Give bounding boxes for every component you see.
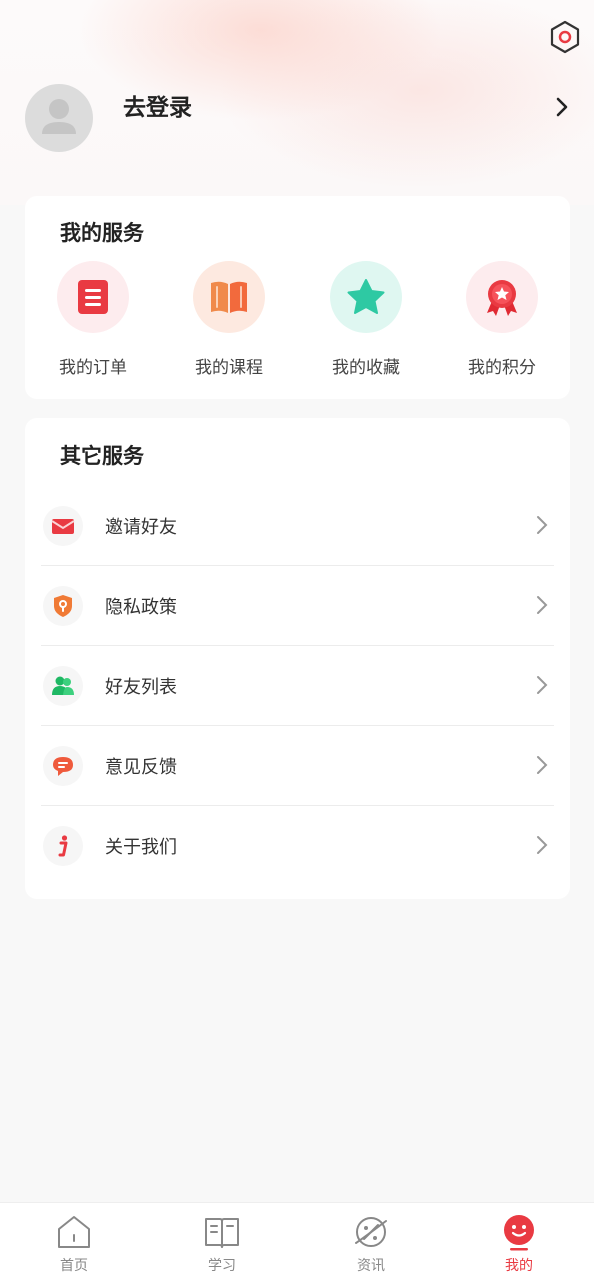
section-title: 我的服务	[60, 221, 144, 245]
chevron-right-icon	[537, 676, 548, 694]
tab-study[interactable]: 学习	[182, 1213, 262, 1275]
list-item-label: 隐私政策	[105, 596, 177, 618]
study-icon	[205, 1218, 239, 1248]
chevron-right-icon	[537, 756, 548, 774]
book-icon	[211, 281, 247, 313]
tab-label: 资讯	[357, 1258, 385, 1274]
list-item-label: 意见反馈	[105, 756, 177, 778]
service-my-favorites[interactable]: 我的收藏	[311, 261, 421, 378]
shield-icon	[54, 594, 72, 617]
tab-label: 学习	[208, 1258, 236, 1274]
medal-icon	[487, 280, 517, 316]
order-list-icon	[78, 280, 108, 314]
settings-button[interactable]	[547, 18, 583, 56]
info-icon	[58, 835, 68, 857]
tab-home[interactable]: 首页	[34, 1213, 114, 1275]
profile-header: 去登录	[0, 0, 594, 205]
list-item-label: 邀请好友	[105, 516, 177, 538]
friends-icon	[52, 676, 74, 695]
list-item-privacy-policy[interactable]: 隐私政策	[41, 566, 554, 646]
tab-profile[interactable]: 我的	[479, 1213, 559, 1275]
chevron-right-icon[interactable]	[552, 96, 572, 118]
chevron-right-icon	[537, 516, 548, 534]
service-my-courses[interactable]: 我的课程	[174, 261, 284, 378]
bottom-tab-bar: 首页 学习 资讯 我的	[0, 1202, 594, 1280]
profile-icon	[504, 1215, 534, 1251]
service-my-orders[interactable]: 我的订单	[38, 261, 148, 378]
login-link[interactable]: 去登录	[123, 92, 192, 124]
list-item-label: 关于我们	[105, 837, 177, 858]
avatar[interactable]	[25, 84, 93, 152]
list-item-invite-friends[interactable]: 邀请好友	[41, 486, 554, 566]
service-label: 我的收藏	[332, 358, 400, 378]
tab-news[interactable]: 资讯	[331, 1213, 411, 1275]
list-item-label: 好友列表	[105, 676, 177, 698]
tab-label: 我的	[505, 1258, 533, 1274]
list-item-about-us[interactable]: 关于我们	[41, 806, 554, 886]
list-item-friends-list[interactable]: 好友列表	[41, 646, 554, 726]
chevron-right-icon	[537, 836, 548, 854]
service-label: 我的课程	[195, 358, 263, 378]
list-item-feedback[interactable]: 意见反馈	[41, 726, 554, 806]
envelope-icon	[51, 518, 75, 534]
my-services-card: 我的服务 我的订单 我的课程 我的收藏 我的积分	[25, 196, 570, 399]
feedback-icon	[53, 756, 73, 776]
service-my-points[interactable]: 我的积分	[447, 261, 557, 378]
chevron-right-icon	[537, 596, 548, 614]
settings-icon	[550, 20, 580, 54]
news-icon	[355, 1217, 387, 1247]
tab-label: 首页	[60, 1258, 88, 1274]
service-label: 我的积分	[468, 358, 536, 378]
section-title: 其它服务	[60, 444, 144, 468]
service-label: 我的订单	[59, 358, 127, 378]
home-icon	[58, 1216, 90, 1248]
star-icon	[347, 279, 385, 314]
other-services-card: 其它服务 邀请好友 隐私政策 好友列表 意见反馈 关于我们	[25, 418, 570, 899]
user-icon	[42, 99, 76, 134]
